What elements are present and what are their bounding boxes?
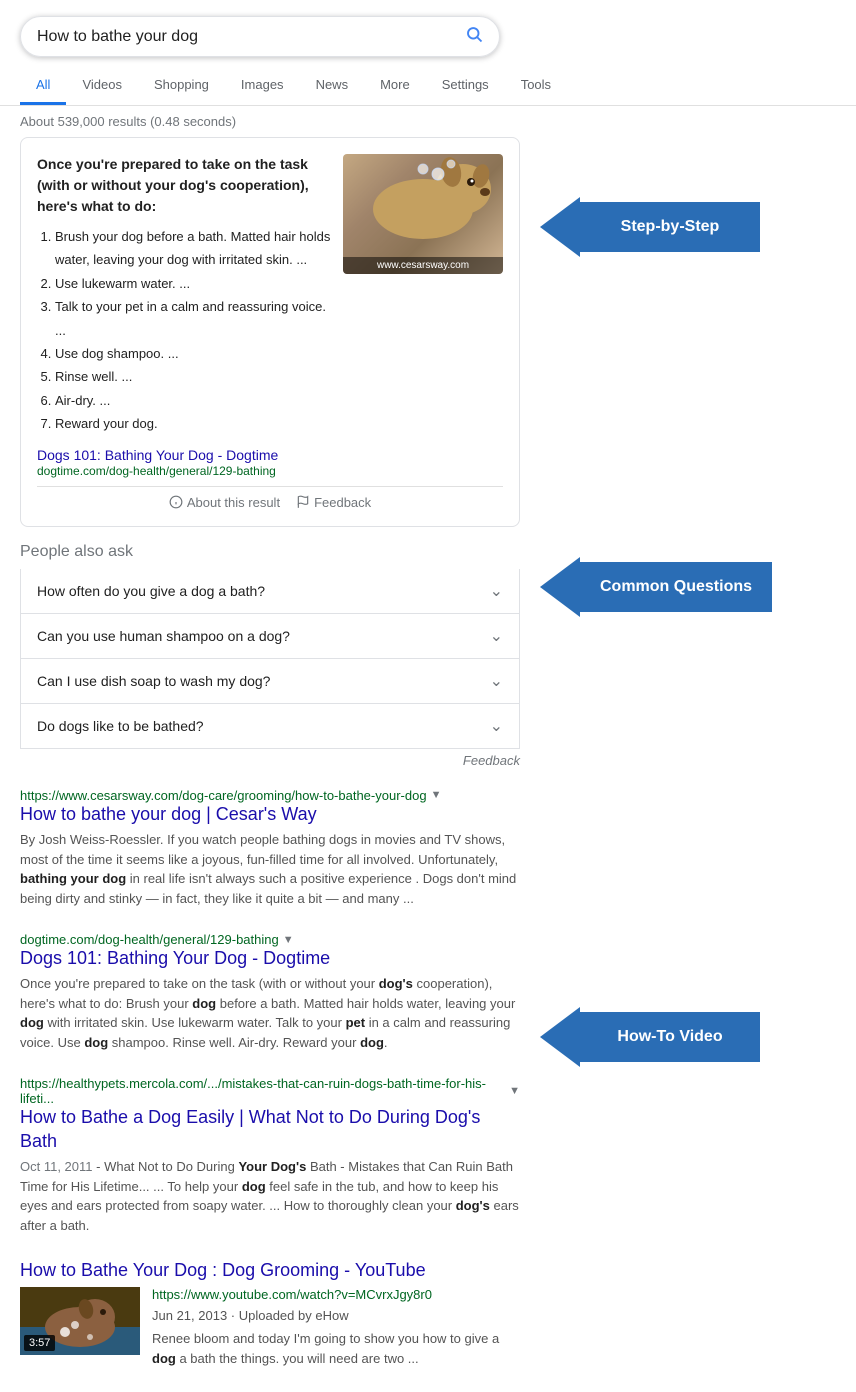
paa-question-1: How often do you give a dog a bath? — [37, 583, 265, 599]
about-result-action[interactable]: About this result — [169, 495, 280, 510]
tab-tools[interactable]: Tools — [505, 67, 567, 105]
step-by-step-annotation: Step-by-Step — [540, 197, 836, 257]
result-desc-1: By Josh Weiss-Roessler. If you watch peo… — [20, 830, 520, 908]
snippet-text: Once you're prepared to take on the task… — [37, 154, 331, 436]
search-result-2: dogtime.com/dog-health/general/129-bathi… — [20, 932, 520, 1052]
paa-item-2[interactable]: Can you use human shampoo on a dog? ⌄ — [20, 614, 520, 659]
search-result-1: https://www.cesarsway.com/dog-care/groom… — [20, 788, 520, 908]
snippet-step-2: Use lukewarm water. ... — [55, 272, 331, 295]
video-result: How to Bathe Your Dog : Dog Grooming - Y… — [20, 1259, 520, 1368]
snippet-step-4: Use dog shampoo. ... — [55, 342, 331, 365]
snippet-image-inner: www.cesarsway.com — [343, 154, 503, 274]
snippet-body: Once you're prepared to take on the task… — [37, 154, 503, 436]
video-title[interactable]: How to Bathe Your Dog : Dog Grooming - Y… — [20, 1259, 426, 1282]
paa-item-3[interactable]: Can I use dish soap to wash my dog? ⌄ — [20, 659, 520, 704]
result-url-line-3: https://healthypets.mercola.com/.../mist… — [20, 1076, 520, 1106]
video-duration: 3:57 — [24, 1335, 55, 1351]
snippet-intro: Once you're prepared to take on the task… — [37, 154, 331, 217]
result-url-1: https://www.cesarsway.com/dog-care/groom… — [20, 788, 427, 803]
snippet-url: dogtime.com/dog-health/general/129-bathi… — [37, 464, 503, 478]
result-url-line-1: https://www.cesarsway.com/dog-care/groom… — [20, 788, 520, 803]
nav-tabs: All Videos Shopping Images News More Set… — [0, 67, 856, 106]
snippet-actions: About this result Feedback — [37, 486, 503, 510]
snippet-steps-list: Brush your dog before a bath. Matted hai… — [37, 225, 331, 436]
result-url-2: dogtime.com/dog-health/general/129-bathi… — [20, 932, 279, 947]
video-meta: Jun 21, 2013 · Uploaded by eHow — [152, 1306, 520, 1326]
video-uploader: eHow — [315, 1308, 348, 1323]
people-also-ask: People also ask How often do you give a … — [20, 543, 520, 780]
annotations-column: Step-by-Step Common Questions How-To Vid… — [520, 137, 836, 1392]
arrow-left-icon-2 — [540, 557, 580, 617]
chevron-down-icon-3: ⌄ — [490, 671, 503, 691]
video-info: https://www.youtube.com/watch?v=MCvrxJgy… — [152, 1287, 520, 1369]
tab-shopping[interactable]: Shopping — [138, 67, 225, 105]
snippet-image: www.cesarsway.com — [343, 154, 503, 274]
result-title-1[interactable]: How to bathe your dog | Cesar's Way — [20, 804, 317, 824]
result-url-line-2: dogtime.com/dog-health/general/129-bathi… — [20, 932, 520, 947]
flag-icon — [296, 495, 310, 509]
tab-images[interactable]: Images — [225, 67, 300, 105]
paa-item-4[interactable]: Do dogs like to be bathed? ⌄ — [20, 704, 520, 749]
search-button[interactable] — [465, 25, 483, 48]
result-desc-2: Once you're prepared to take on the task… — [20, 974, 520, 1052]
tab-all[interactable]: All — [20, 67, 66, 105]
main-layout: Once you're prepared to take on the task… — [0, 137, 856, 1392]
video-url: https://www.youtube.com/watch?v=MCvrxJgy… — [152, 1287, 520, 1302]
paa-question-4: Do dogs like to be bathed? — [37, 718, 204, 734]
video-thumbnail[interactable]: 3:57 — [20, 1287, 140, 1355]
tab-more[interactable]: More — [364, 67, 426, 105]
arrow-left-icon-1 — [540, 197, 580, 257]
about-result-label: About this result — [187, 495, 280, 510]
search-result-3: https://healthypets.mercola.com/.../mist… — [20, 1076, 520, 1235]
search-input[interactable] — [37, 28, 465, 46]
result-dropdown-3[interactable]: ▼ — [509, 1085, 520, 1097]
feedback-label: Feedback — [314, 495, 371, 510]
search-bar — [20, 16, 500, 57]
tab-videos[interactable]: Videos — [66, 67, 138, 105]
how-to-video-label: How-To Video — [580, 1012, 760, 1062]
paa-item-1[interactable]: How often do you give a dog a bath? ⌄ — [20, 569, 520, 614]
chevron-down-icon-1: ⌄ — [490, 581, 503, 601]
snippet-step-6: Air-dry. ... — [55, 389, 331, 412]
video-date: Jun 21, 2013 — [152, 1308, 227, 1323]
paa-feedback[interactable]: Feedback — [20, 749, 520, 780]
snippet-image-caption: www.cesarsway.com — [343, 257, 503, 274]
tab-news[interactable]: News — [300, 67, 365, 105]
result-title-3[interactable]: How to Bathe a Dog Easily | What Not to … — [20, 1107, 480, 1150]
chevron-down-icon-2: ⌄ — [490, 626, 503, 646]
common-questions-annotation: Common Questions — [540, 557, 836, 617]
tab-settings[interactable]: Settings — [426, 67, 505, 105]
result-url-3: https://healthypets.mercola.com/.../mist… — [20, 1076, 505, 1106]
result-dropdown-2[interactable]: ▼ — [283, 934, 294, 946]
result-count: About 539,000 results (0.48 seconds) — [0, 106, 856, 137]
snippet-step-5: Rinse well. ... — [55, 365, 331, 388]
feedback-action[interactable]: Feedback — [296, 495, 371, 510]
paa-question-3: Can I use dish soap to wash my dog? — [37, 673, 270, 689]
video-url-line: How to Bathe Your Dog : Dog Grooming - Y… — [20, 1259, 520, 1282]
snippet-title-link[interactable]: Dogs 101: Bathing Your Dog - Dogtime — [37, 447, 278, 463]
common-questions-label: Common Questions — [580, 562, 772, 612]
paa-title: People also ask — [20, 543, 520, 561]
step-by-step-label: Step-by-Step — [580, 202, 760, 252]
result-date-3: Oct 11, 2011 — [20, 1159, 93, 1174]
chevron-down-icon-4: ⌄ — [490, 716, 503, 736]
info-icon — [169, 495, 183, 509]
paa-question-2: Can you use human shampoo on a dog? — [37, 628, 290, 644]
result-title-2[interactable]: Dogs 101: Bathing Your Dog - Dogtime — [20, 948, 330, 968]
result-dropdown-1[interactable]: ▼ — [431, 789, 442, 801]
video-desc: Renee bloom and today I'm going to show … — [152, 1329, 520, 1368]
video-result-body: 3:57 https://www.youtube.com/watch?v=MCv… — [20, 1287, 520, 1369]
results-column: Once you're prepared to take on the task… — [20, 137, 520, 1392]
snippet-step-3: Talk to your pet in a calm and reassurin… — [55, 295, 331, 342]
search-bar-container — [0, 0, 856, 57]
featured-snippet: Once you're prepared to take on the task… — [20, 137, 520, 527]
arrow-left-icon-3 — [540, 1007, 580, 1067]
snippet-link: Dogs 101: Bathing Your Dog - Dogtime dog… — [37, 446, 503, 478]
how-to-video-annotation: How-To Video — [540, 1007, 836, 1067]
result-desc-3: Oct 11, 2011 - What Not to Do During You… — [20, 1157, 520, 1235]
snippet-step-7: Reward your dog. — [55, 412, 331, 435]
snippet-step-1: Brush your dog before a bath. Matted hai… — [55, 225, 331, 272]
